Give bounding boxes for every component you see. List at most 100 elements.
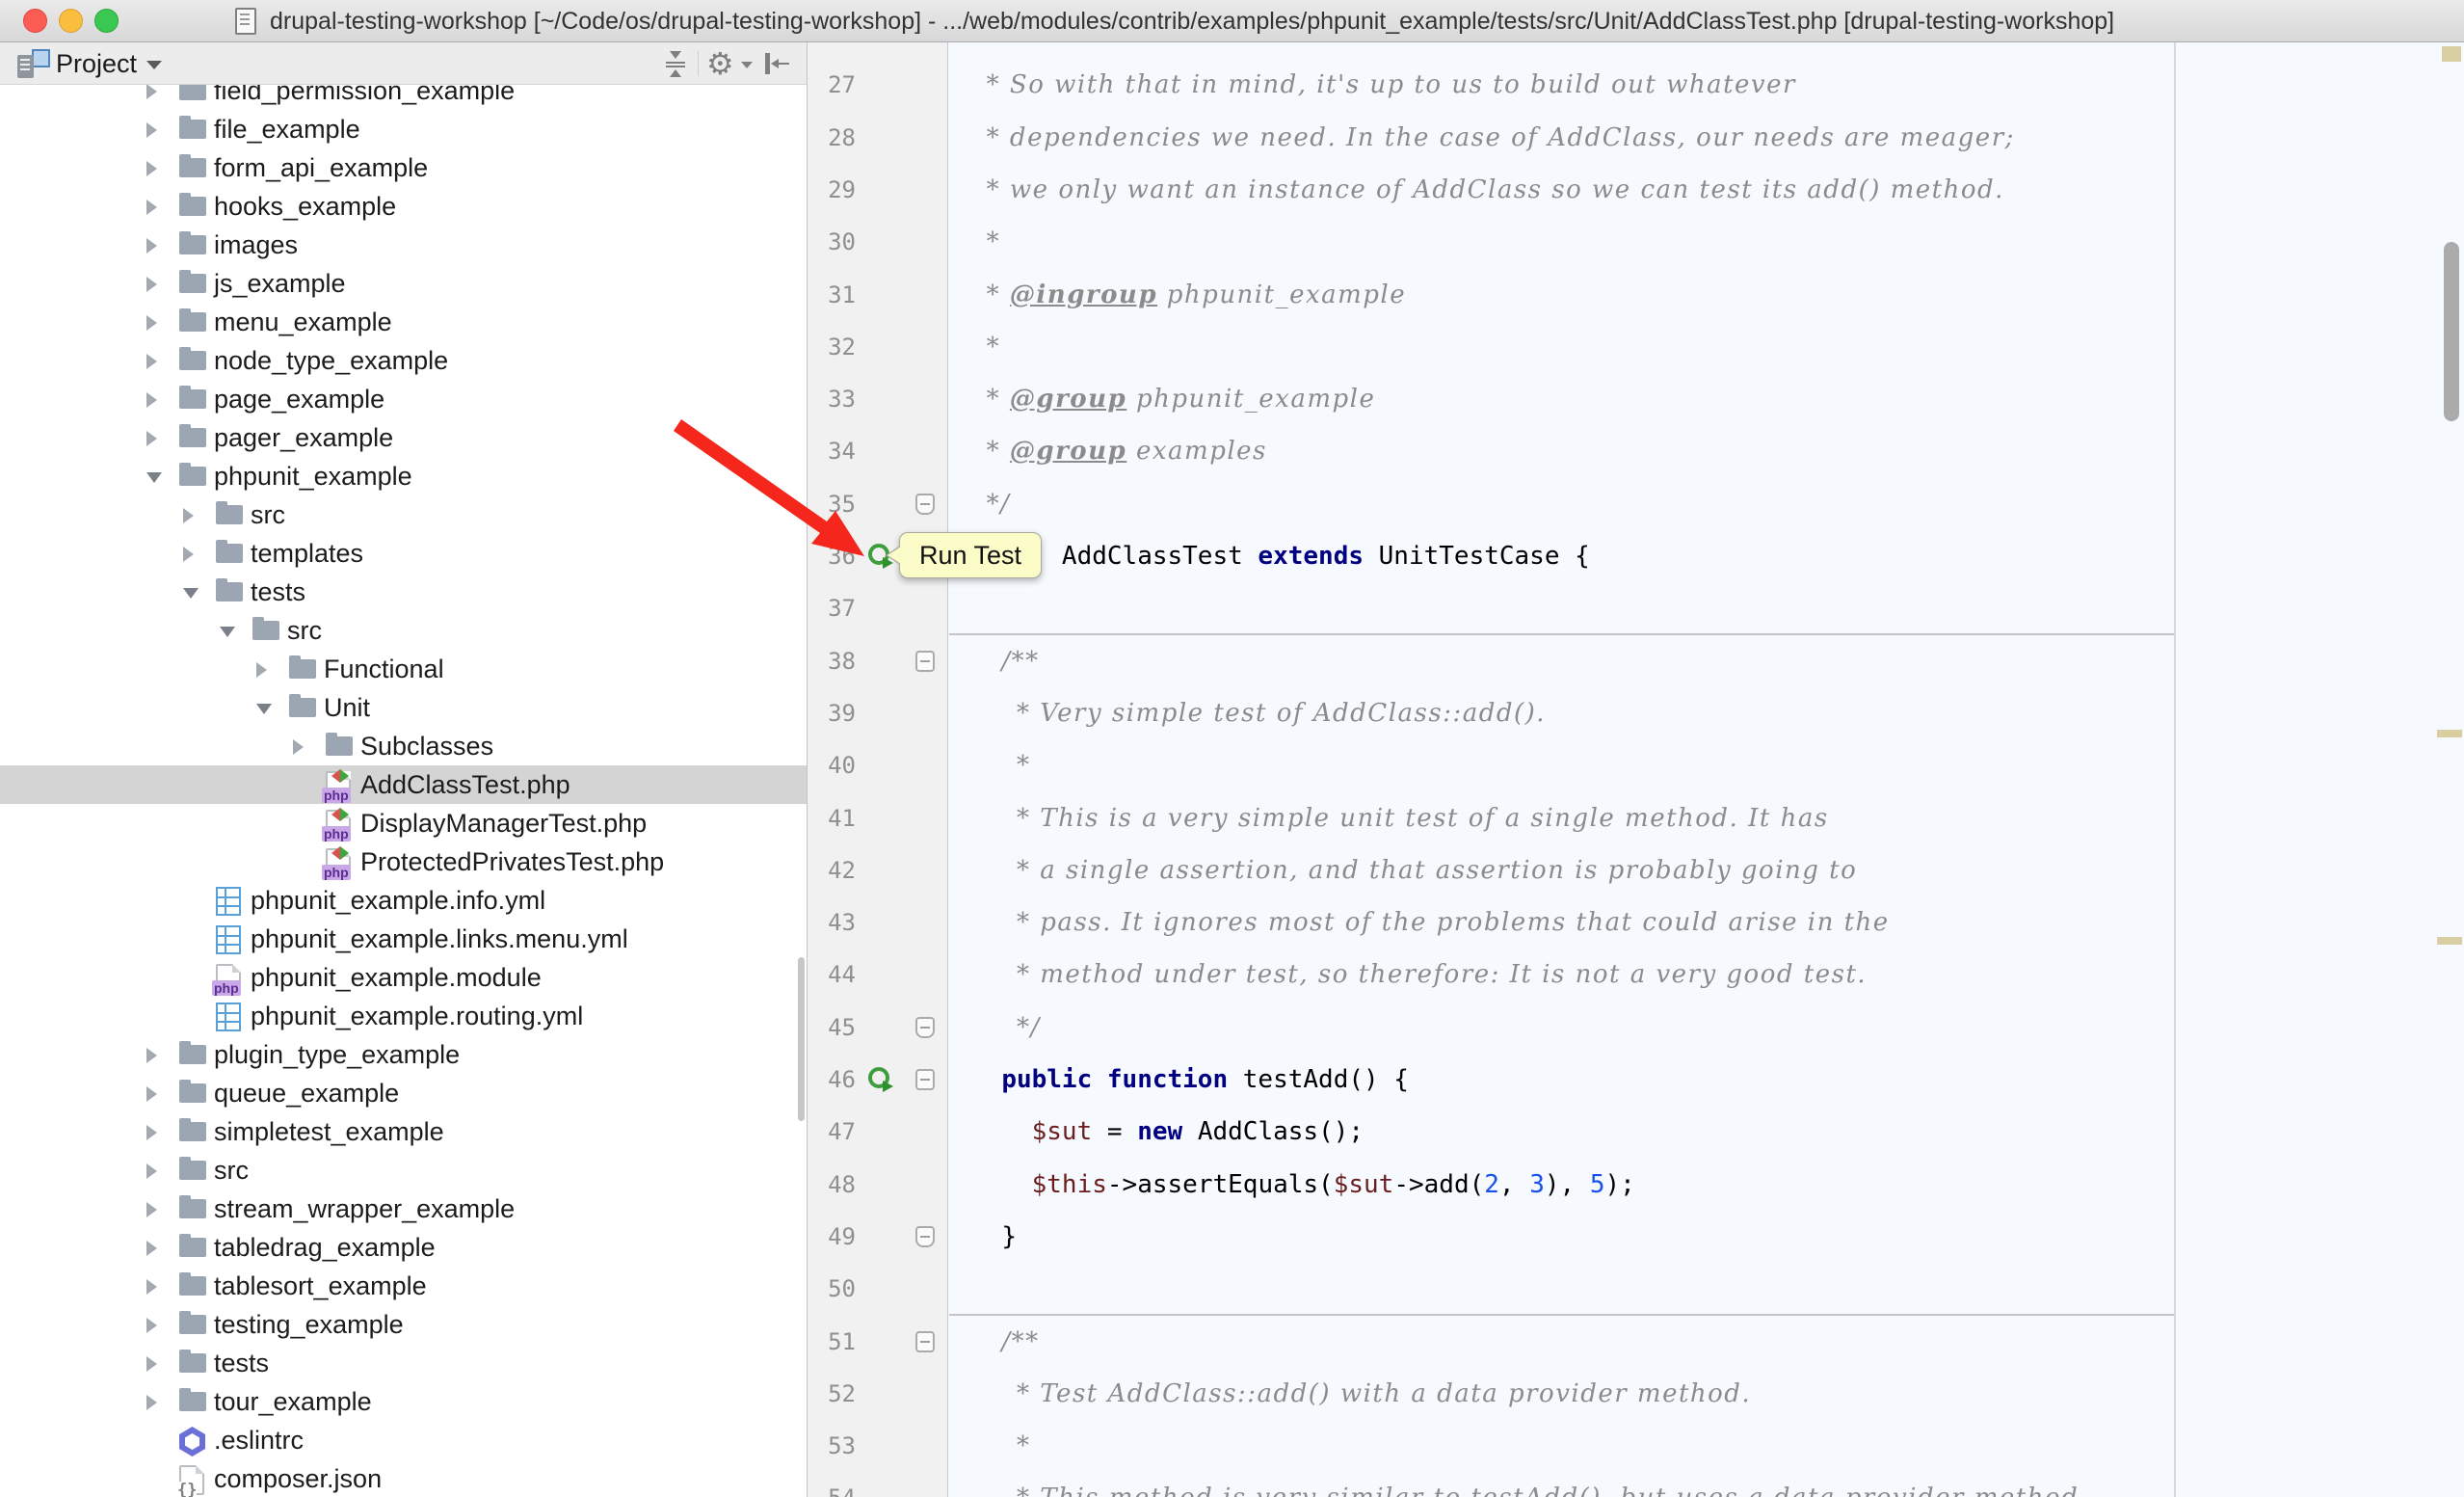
inspection-status-square[interactable]	[2442, 46, 2461, 62]
chevron-right-icon[interactable]	[146, 1163, 157, 1179]
code-line-39[interactable]: 39 * Very simple test of AddClass::add()…	[808, 687, 2464, 739]
code-line-44[interactable]: 44 * method under test, so therefore: It…	[808, 949, 2464, 1001]
chevron-right-icon[interactable]	[146, 200, 157, 215]
tree-item-hooks-example[interactable]: hooks_example	[0, 187, 808, 226]
code-line-42[interactable]: 42 * a single assertion, and that assert…	[808, 844, 2464, 896]
code-line-38[interactable]: 38 /**	[808, 635, 2464, 687]
tree-item-tour-example[interactable]: tour_example	[0, 1382, 808, 1421]
tree-item-testing-example[interactable]: testing_example	[0, 1305, 808, 1344]
chevron-down-icon[interactable]	[183, 588, 199, 599]
code-line-47[interactable]: 47 $sut = new AddClass();	[808, 1106, 2464, 1158]
code-line-45[interactable]: 45 */	[808, 1002, 2464, 1054]
chevron-right-icon[interactable]	[146, 1318, 157, 1333]
chevron-right-icon[interactable]	[146, 354, 157, 369]
code-line-27[interactable]: 27 * So with that in mind, it's up to us…	[808, 59, 2464, 111]
code-line-48[interactable]: 48 $this->assertEquals($sut->add(2, 3), …	[808, 1159, 2464, 1211]
code-line-54[interactable]: 54 * This method is very similar to test…	[808, 1472, 2464, 1497]
tree-item-node-type-example[interactable]: node_type_example	[0, 341, 808, 380]
tree-item-phpunit-example-links-menu-yml[interactable]: phpunit_example.links.menu.yml	[0, 920, 808, 958]
project-tree-scrollbar[interactable]	[798, 957, 805, 1121]
chevron-down-icon[interactable]	[220, 627, 235, 637]
chevron-down-icon[interactable]	[146, 61, 162, 69]
tree-item-protectedprivatestest-php[interactable]: phpProtectedPrivatesTest.php	[0, 842, 808, 881]
tree-item--eslintrc[interactable]: .eslintrc	[0, 1421, 808, 1459]
code-line-51[interactable]: 51 /**	[808, 1316, 2464, 1368]
fold-marker-start[interactable]	[915, 651, 935, 672]
chevron-right-icon[interactable]	[146, 85, 157, 99]
code-line-53[interactable]: 53 *	[808, 1420, 2464, 1472]
chevron-right-icon[interactable]	[183, 508, 194, 523]
chevron-right-icon[interactable]	[293, 739, 304, 755]
gear-chevron-icon[interactable]	[741, 62, 753, 68]
run-test-gutter-icon[interactable]	[868, 1067, 889, 1088]
close-button[interactable]	[23, 9, 47, 33]
code-line-46[interactable]: 46 public function testAdd() {	[808, 1054, 2464, 1106]
chevron-right-icon[interactable]	[146, 1086, 157, 1102]
fold-marker-end[interactable]	[915, 494, 935, 515]
tree-item-phpunit-example-info-yml[interactable]: phpunit_example.info.yml	[0, 881, 808, 920]
code-line-31[interactable]: 31 * @ingroup phpunit_example	[808, 269, 2464, 321]
code-line-35[interactable]: 35 */	[808, 478, 2464, 530]
tree-item-functional[interactable]: Functional	[0, 650, 808, 688]
chevron-right-icon[interactable]	[146, 277, 157, 292]
chevron-right-icon[interactable]	[146, 1202, 157, 1217]
chevron-right-icon[interactable]	[146, 315, 157, 331]
chevron-right-icon[interactable]	[256, 662, 267, 678]
code-line-28[interactable]: 28 * dependencies we need. In the case o…	[808, 112, 2464, 164]
chevron-right-icon[interactable]	[183, 547, 194, 562]
code-line-43[interactable]: 43 * pass. It ignores most of the proble…	[808, 896, 2464, 949]
editor-scrollbar[interactable]	[2444, 242, 2459, 421]
tree-item-menu-example[interactable]: menu_example	[0, 303, 808, 341]
tree-item-simpletest-example[interactable]: simpletest_example	[0, 1112, 808, 1151]
warning-stripe-mark[interactable]	[2437, 730, 2462, 737]
tree-item-unit[interactable]: Unit	[0, 688, 808, 727]
hide-panel-icon[interactable]	[763, 51, 792, 77]
tree-item-plugin-type-example[interactable]: plugin_type_example	[0, 1035, 808, 1074]
chevron-right-icon[interactable]	[146, 1395, 157, 1410]
tree-item-images[interactable]: images	[0, 226, 808, 264]
tree-item-src[interactable]: src	[0, 611, 808, 650]
tree-item-stream-wrapper-example[interactable]: stream_wrapper_example	[0, 1190, 808, 1228]
tree-item-form-api-example[interactable]: form_api_example	[0, 148, 808, 187]
code-line-49[interactable]: 49 }	[808, 1211, 2464, 1263]
zoom-button[interactable]	[94, 9, 119, 33]
chevron-right-icon[interactable]	[146, 238, 157, 254]
chevron-down-icon[interactable]	[256, 704, 272, 714]
collapse-all-icon[interactable]	[662, 51, 689, 77]
tree-item-phpunit-example[interactable]: phpunit_example	[0, 457, 808, 495]
tree-item-tablesort-example[interactable]: tablesort_example	[0, 1267, 808, 1305]
tree-item-tests[interactable]: tests	[0, 1344, 808, 1382]
minimize-button[interactable]	[59, 9, 83, 33]
code-line-34[interactable]: 34 * @group examples	[808, 425, 2464, 477]
code-line-52[interactable]: 52 * Test AddClass::add() with a data pr…	[808, 1368, 2464, 1420]
tree-item-pager-example[interactable]: pager_example	[0, 418, 808, 457]
fold-marker-start[interactable]	[915, 1331, 935, 1352]
tree-item-subclasses[interactable]: Subclasses	[0, 727, 808, 765]
tree-item-phpunit-example-module[interactable]: phpphpunit_example.module	[0, 958, 808, 997]
code-line-37[interactable]: 37	[808, 582, 2464, 634]
code-editor[interactable]: 2627 * So with that in mind, it's up to …	[808, 42, 2464, 1497]
tree-item-templates[interactable]: templates	[0, 534, 808, 573]
code-line-33[interactable]: 33 * @group phpunit_example	[808, 373, 2464, 425]
tree-item-composer-json[interactable]: {}composer.json	[0, 1459, 808, 1497]
warning-stripe-mark[interactable]	[2437, 937, 2462, 945]
tree-item-queue-example[interactable]: queue_example	[0, 1074, 808, 1112]
chevron-right-icon[interactable]	[146, 161, 157, 176]
tree-item-tests[interactable]: tests	[0, 573, 808, 611]
fold-marker-end[interactable]	[915, 1017, 935, 1038]
chevron-right-icon[interactable]	[146, 1048, 157, 1063]
tree-item-js-example[interactable]: js_example	[0, 264, 808, 303]
chevron-right-icon[interactable]	[146, 1241, 157, 1256]
chevron-right-icon[interactable]	[146, 392, 157, 408]
code-line-30[interactable]: 30 *	[808, 216, 2464, 268]
chevron-right-icon[interactable]	[146, 1356, 157, 1372]
chevron-down-icon[interactable]	[146, 472, 162, 483]
fold-marker-end[interactable]	[915, 1226, 935, 1247]
tree-item-src[interactable]: src	[0, 1151, 808, 1190]
tree-item-field-permission-example[interactable]: field_permission_example	[0, 85, 808, 110]
chevron-right-icon[interactable]	[146, 1279, 157, 1295]
settings-gear-icon[interactable]: ⚙	[706, 46, 734, 81]
project-panel-title[interactable]: Project	[56, 42, 137, 85]
tree-item-addclasstest-php[interactable]: phpAddClassTest.php	[0, 765, 808, 804]
fold-marker-start[interactable]	[915, 1069, 935, 1090]
